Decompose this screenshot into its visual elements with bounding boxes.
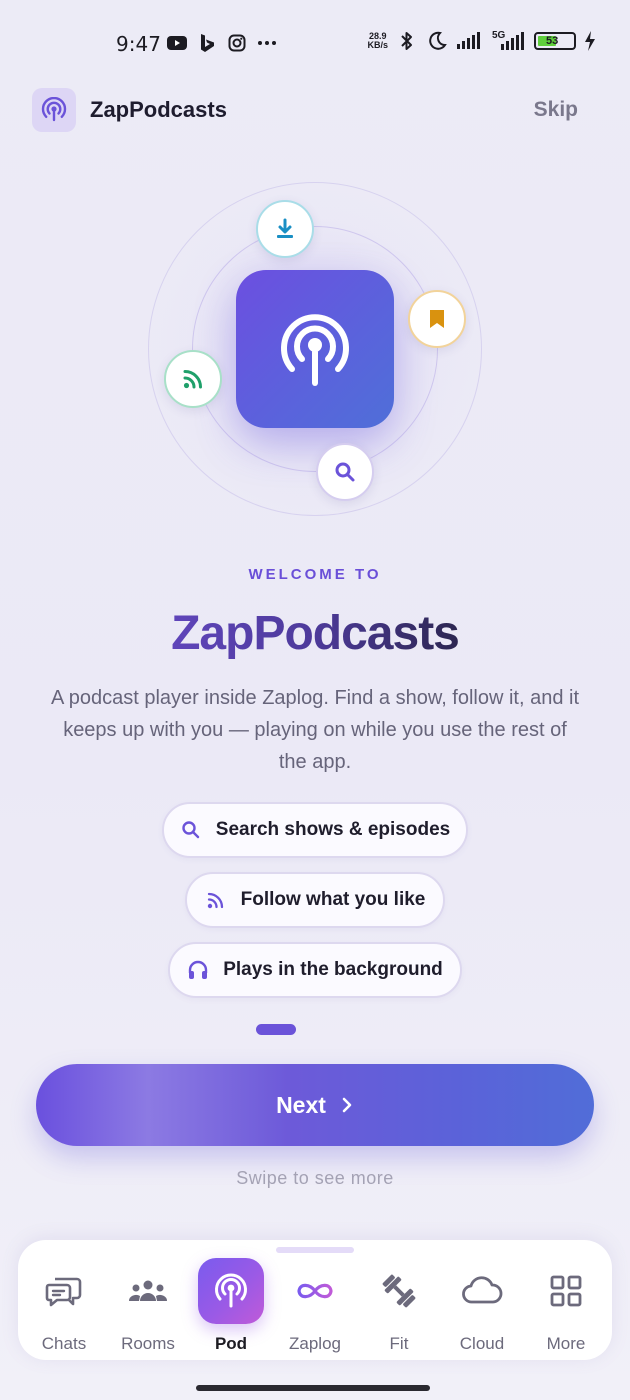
podcast-tile (236, 270, 394, 428)
rooms-icon (115, 1258, 181, 1324)
welcome-title: ZapPodcasts (0, 606, 630, 661)
feature-label: Search shows & episodes (215, 819, 451, 840)
skip-button[interactable]: Skip (534, 98, 578, 122)
swipe-hint: Swipe to see more (236, 1168, 394, 1188)
rss-icon (183, 370, 202, 389)
page-indicator (256, 1024, 296, 1035)
more-dots-icon (256, 32, 278, 54)
bluetooth-icon (396, 30, 418, 52)
nav-label: Chats (41, 1334, 87, 1353)
moon-icon (426, 30, 448, 52)
nav-item-pod[interactable]: Pod (189, 1258, 273, 1354)
rss-orbit (164, 350, 222, 408)
nav-label: Cloud (459, 1334, 505, 1353)
status-bar: 9:47 28.9 KB/s 5G 53 (0, 0, 630, 86)
nav-item-fit[interactable]: Fit (357, 1258, 441, 1354)
feature-label: Plays in the background (223, 959, 443, 980)
headphones-icon (187, 959, 209, 981)
welcome-eyebrow: WELCOME TO (248, 566, 382, 583)
battery-icon: 53 (534, 32, 576, 50)
net-speed: 28.9 KB/s (367, 31, 388, 50)
nav-handle (276, 1247, 354, 1253)
bookmark-orbit (408, 290, 466, 348)
nav-item-more[interactable]: More (524, 1258, 608, 1354)
nav-label: Rooms (121, 1334, 175, 1353)
podcast-logo-icon (41, 97, 67, 122)
podcast-icon (198, 1258, 264, 1324)
feature-label: Follow what you like (240, 889, 426, 910)
status-system-icons: 28.9 KB/s 5G 53 (367, 30, 596, 52)
next-button[interactable]: Next (36, 1064, 594, 1146)
dumbbell-icon (366, 1258, 432, 1324)
nav-item-cloud[interactable]: Cloud (440, 1258, 524, 1354)
nav-item-chats[interactable]: Chats (22, 1258, 106, 1354)
feature-pill-follow: Follow what you like (185, 872, 445, 928)
infinity-icon (282, 1258, 348, 1324)
rss-icon (205, 889, 227, 911)
home-indicator[interactable] (196, 1385, 430, 1391)
app-logo (32, 88, 76, 132)
status-time: 9:47 (116, 32, 161, 56)
signal-5g-icon: 5G (492, 30, 526, 52)
cloud-icon (449, 1258, 515, 1324)
next-button-label: Next (276, 1091, 326, 1118)
nav-label: Fit (389, 1334, 409, 1353)
feature-pill-search: Search shows & episodes (162, 802, 468, 858)
youtube-icon (166, 32, 188, 54)
nav-label: Pod (214, 1334, 248, 1353)
grid-icon (533, 1258, 599, 1324)
bookmark-icon (430, 310, 444, 328)
app-name: ZapPodcasts (90, 97, 227, 122)
download-icon (277, 218, 293, 238)
instagram-icon (226, 32, 248, 54)
charging-icon (584, 30, 596, 52)
signal-icon (456, 30, 484, 52)
app-header: ZapPodcasts Skip (32, 88, 598, 132)
welcome-description: A podcast player inside Zaplog. Find a s… (50, 687, 580, 773)
nav-label: More (546, 1334, 586, 1353)
podcast-broadcast-icon (281, 314, 349, 386)
search-icon (335, 462, 355, 482)
nav-item-zaplog[interactable]: Zaplog (273, 1258, 357, 1354)
hero-illustration (148, 182, 482, 516)
bottom-nav: Chats Rooms Pod Zaplog Fit Cloud More (18, 1240, 612, 1360)
search-icon (180, 819, 202, 841)
chat-icon (31, 1258, 97, 1324)
status-notification-icons (166, 32, 278, 54)
feature-pill-background: Plays in the background (168, 942, 462, 998)
chevron-right-icon (342, 1097, 352, 1113)
nav-item-rooms[interactable]: Rooms (106, 1258, 190, 1354)
search-orbit (316, 443, 374, 501)
nav-label: Zaplog (289, 1334, 341, 1353)
bing-icon (196, 32, 218, 54)
download-orbit (256, 200, 314, 258)
